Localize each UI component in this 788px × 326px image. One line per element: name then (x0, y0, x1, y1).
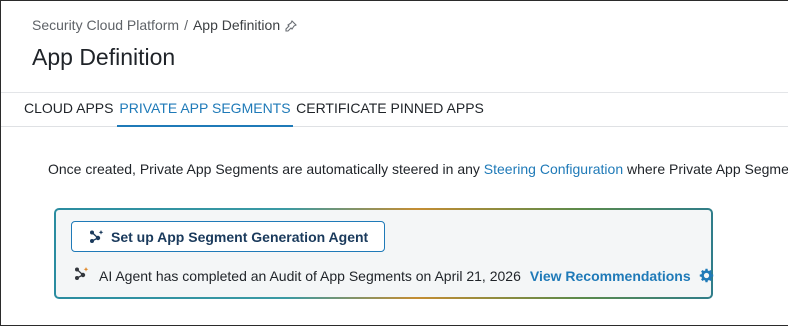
pin-icon[interactable] (285, 19, 298, 32)
ai-agent-icon (73, 266, 89, 285)
gear-icon[interactable] (699, 268, 714, 283)
breadcrumb-current: App Definition (192, 17, 281, 33)
agent-panel-body: Set up App Segment Generation Agent AI A… (56, 210, 714, 297)
agent-sparkle-icon (90, 229, 104, 243)
tab-certificate-pinned-apps[interactable]: CERTIFICATE PINNED APPS (292, 93, 488, 127)
breadcrumb: Security Cloud Platform / App Definition (32, 17, 298, 33)
setup-agent-button-label: Set up App Segment Generation Agent (111, 228, 369, 245)
breadcrumb-separator: / (184, 17, 188, 33)
view-recommendations-link[interactable]: View Recommendations (530, 268, 691, 284)
tab-bar: CLOUD APPS PRIVATE APP SEGMENTS CERTIFIC… (1, 92, 788, 127)
info-text: Once created, Private App Segments are a… (48, 161, 788, 177)
audit-status-text: AI Agent has completed an Audit of App S… (99, 267, 521, 284)
app-window: Security Cloud Platform / App Definition… (0, 0, 788, 326)
page-title: App Definition (32, 44, 176, 70)
info-text-after: where Private App Segments (626, 161, 788, 177)
info-text-before: Once created, Private App Segments are a… (48, 161, 484, 177)
tab-private-app-segments[interactable]: PRIVATE APP SEGMENTS (117, 93, 293, 127)
tab-cloud-apps[interactable]: CLOUD APPS (15, 93, 119, 127)
breadcrumb-parent[interactable]: Security Cloud Platform (32, 17, 179, 33)
steering-configuration-link[interactable]: Steering Configuration (484, 161, 623, 177)
audit-status-row: AI Agent has completed an Audit of App S… (73, 266, 714, 285)
agent-panel: Set up App Segment Generation Agent AI A… (54, 208, 713, 299)
setup-agent-button[interactable]: Set up App Segment Generation Agent (71, 221, 386, 252)
